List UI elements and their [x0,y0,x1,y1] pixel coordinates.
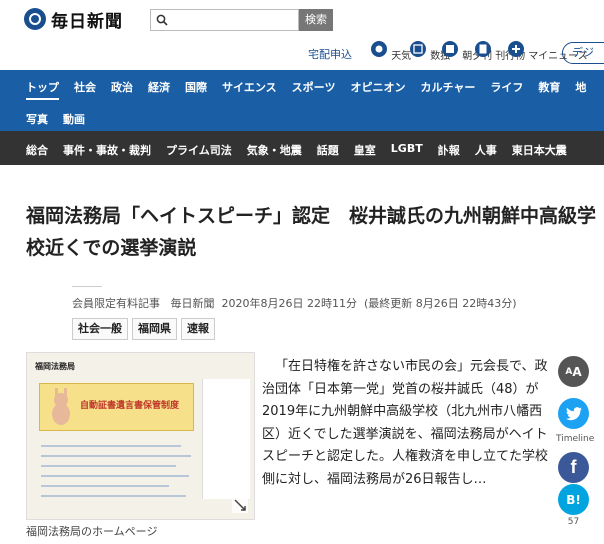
publisher-name: 毎日新聞 [170,297,215,310]
logo-text: 毎日新聞 [51,11,123,32]
nav-item-society[interactable]: 社会 [74,79,96,100]
photo-link-line [41,485,169,487]
publication-icon [475,41,491,57]
logo-mark-icon [24,8,46,30]
photo-link-line [41,495,186,497]
expand-icon[interactable] [232,497,248,513]
nav-item-culture[interactable]: カルチャー [420,79,475,100]
timeline-label: Timeline [556,434,595,444]
nav-item-video[interactable]: 動画 [63,111,85,127]
nav-item-opinion[interactable]: オピニオン [350,79,405,100]
article-body: 「在日特権を許さない市民の会」元会長で、政治団体「日本第一党」党首の桜井誠氏（4… [262,359,549,487]
nav-item-international[interactable]: 国際 [185,79,207,100]
hatena-share[interactable]: B! 57 [558,484,589,527]
subnav-item-incidents[interactable]: 事件・事故・裁判 [63,142,151,158]
sudoku-icon [410,41,426,57]
primary-nav: トップ 社会 政治 経済 国際 サイエンス スポーツ オピニオン カルチャー ラ… [0,70,604,131]
font-size-label: A [572,364,582,379]
member-only-label: 会員限定有料記事 [72,297,160,310]
search-button[interactable]: 検索 [299,9,333,31]
digital-button[interactable]: デジ [562,42,604,64]
subnav-item-general[interactable]: 総合 [26,142,48,158]
primary-nav-row1: トップ 社会 政治 経済 国際 サイエンス スポーツ オピニオン カルチャー ラ… [26,79,601,100]
photo-link-line [41,475,189,477]
tag-item[interactable]: 速報 [181,318,215,340]
subnav-item-imperial[interactable]: 皇室 [354,142,376,158]
photo-caption: 福岡法務局のホームページ [26,525,158,538]
top-bar: 毎日新聞 検索 宅配申込 天気 数独 朝夕刊 刊行物 マイニュース デジ [0,0,604,70]
font-size-button[interactable]: AA [558,356,589,387]
mynews-icon [508,41,524,57]
hatena-label: B! [566,492,581,507]
subnav-item-topics[interactable]: 話題 [317,142,339,158]
nav-item-economy[interactable]: 経済 [148,79,170,100]
tag-item[interactable]: 福岡県 [132,318,177,340]
search-icon [156,14,168,26]
util-weather[interactable]: 天気 [370,40,411,62]
subnav-item-earthquake[interactable]: 東日本大震 [512,142,567,158]
subnav-item-personnel[interactable]: 人事 [475,142,497,158]
photo-site-title: 福岡法務局 [35,362,75,371]
hatena-icon: B! [558,484,589,515]
timeline-share[interactable]: Timeline [556,432,594,444]
nav-item-top[interactable]: トップ [26,79,59,100]
subnav-item-prime-justice[interactable]: プライム司法 [166,142,232,158]
weather-icon [371,41,387,57]
tag-item[interactable]: 社会一般 [72,318,128,340]
search-input[interactable] [150,9,299,31]
font-size-icon: AA [558,356,589,387]
publish-date: 2020年8月26日 22時11分 [221,297,357,310]
article-photo[interactable]: 福岡法務局 自動証書遺言書保管制度 [26,352,255,520]
delivery-link[interactable]: 宅配申込 [308,46,352,62]
facebook-share[interactable]: f [558,452,589,483]
photo-link-line [41,455,191,457]
secondary-nav: 総合 事件・事故・裁判 プライム司法 気象・地震 話題 皇室 LGBT 訃報 人… [0,131,604,165]
photo-sidebar [202,379,250,499]
hatena-count: 57 [567,517,580,527]
nav-item-education[interactable]: 教育 [538,79,560,100]
meta-divider [72,286,102,287]
mascot-icon [52,388,70,425]
subnav-item-weather-quake[interactable]: 気象・地震 [247,142,302,158]
nav-item-region[interactable]: 地 [575,79,586,100]
nav-item-life[interactable]: ライフ [490,79,523,100]
secondary-nav-row: 総合 事件・事故・裁判 プライム司法 気象・地震 話題 皇室 LGBT 訃報 人… [26,142,582,158]
facebook-icon: f [558,452,589,483]
updated-date: (最終更新 8月26日 22時43分) [363,297,517,310]
tag-list: 社会一般 福岡県 速報 [72,318,219,340]
nav-item-politics[interactable]: 政治 [111,79,133,100]
photo-link-line [41,445,181,447]
nav-item-photo[interactable]: 写真 [26,111,48,127]
nav-item-science[interactable]: サイエンス [222,79,277,100]
photo-banner: 自動証書遺言書保管制度 [39,383,194,431]
nav-item-sports[interactable]: スポーツ [292,79,336,100]
subnav-item-lgbt[interactable]: LGBT [391,142,423,158]
photo-link-line [41,465,176,467]
photo-banner-text: 自動証書遺言書保管制度 [80,401,180,411]
site-logo[interactable]: 毎日新聞 [24,8,123,32]
twitter-icon [558,398,589,429]
subnav-item-obituary[interactable]: 訃報 [438,142,460,158]
newspaper-icon [442,41,458,57]
article-title: 福岡法務局「ヘイトスピーチ」認定 桜井誠氏の九州朝鮮中高級学校近くでの選挙演説 [26,205,597,259]
article-meta: 会員限定有料記事 毎日新聞 2020年8月26日 22時11分 (最終更新 8月… [72,295,517,311]
twitter-share[interactable] [558,398,589,429]
primary-nav-row2: 写真 動画 [26,111,100,127]
